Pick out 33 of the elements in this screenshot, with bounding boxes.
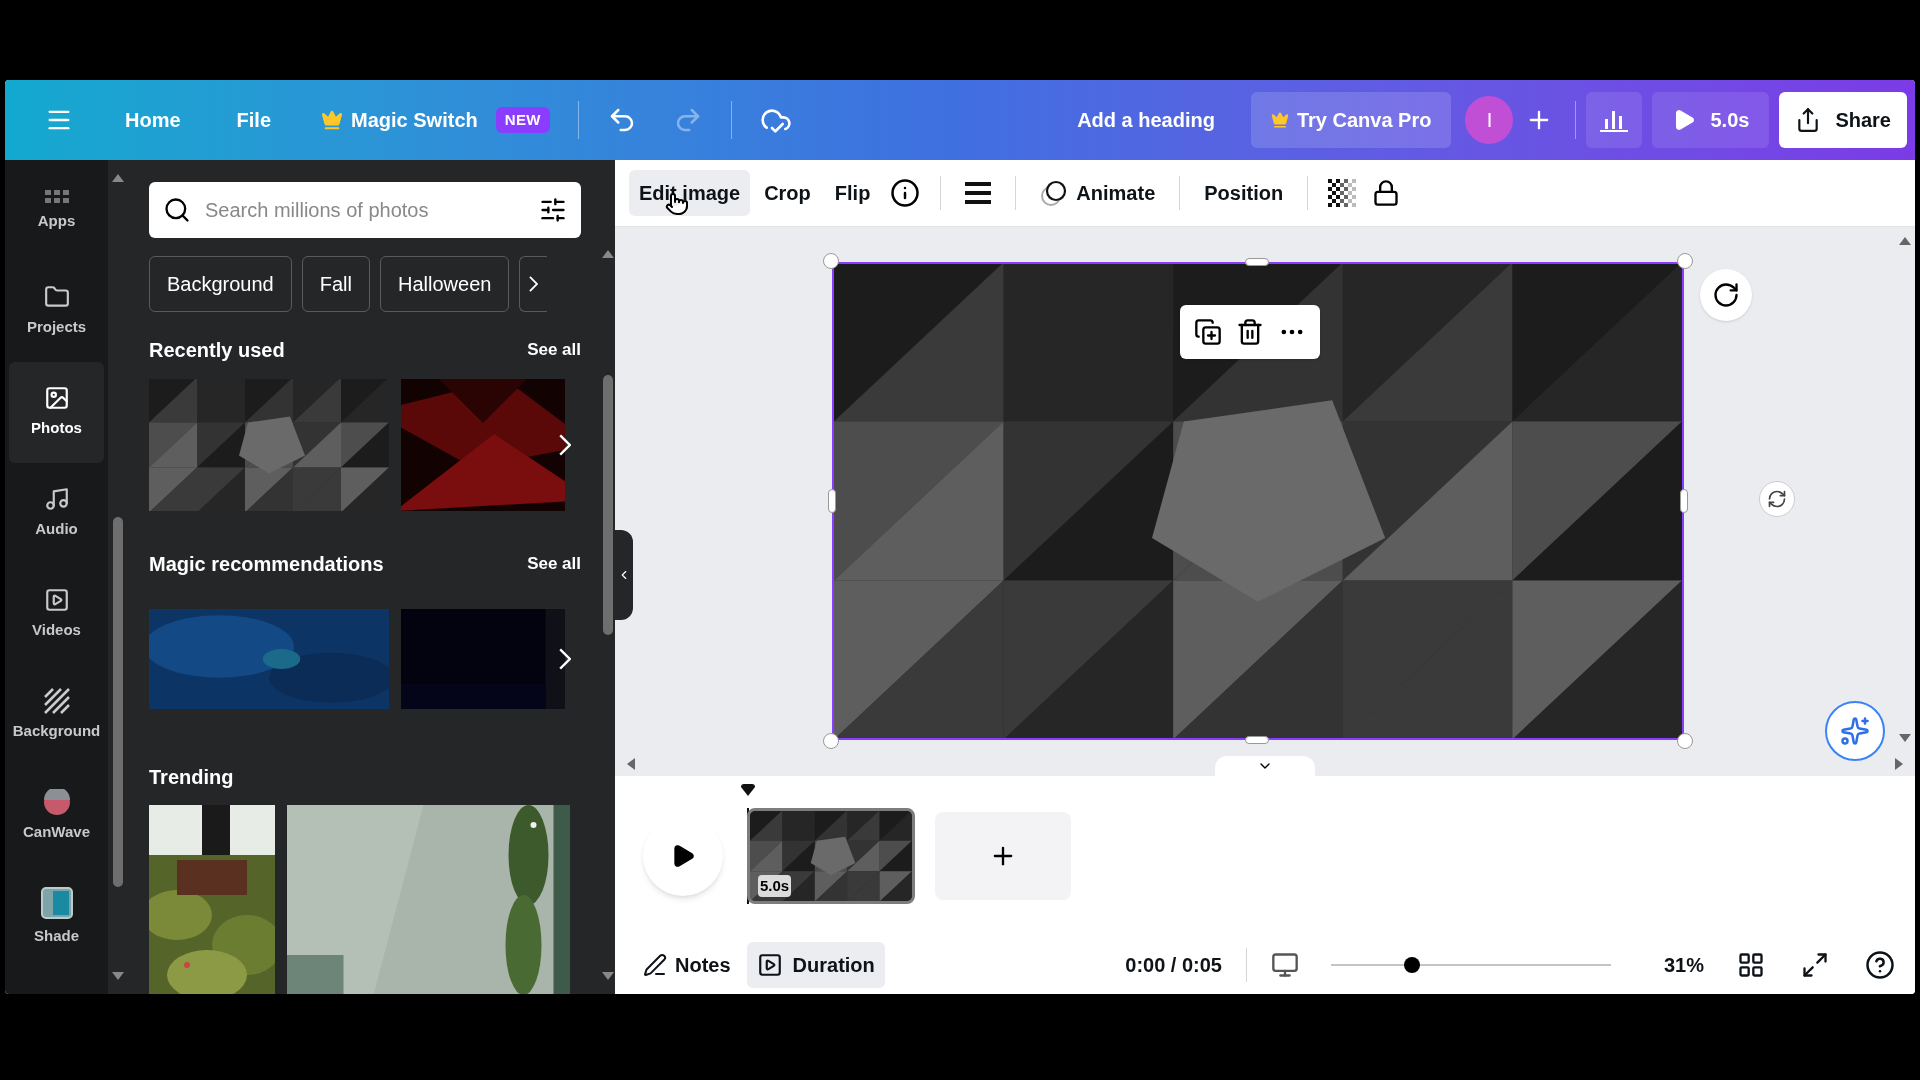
see-all-link[interactable]: See all [527, 337, 581, 363]
sidebar-item[interactable]: Apps [9, 168, 104, 238]
section-heading: Magic recommendations [149, 552, 384, 577]
share-button[interactable]: Share [1779, 92, 1907, 148]
zoom-percentage: 31% [1663, 953, 1705, 978]
notes-button[interactable]: Notes [635, 942, 739, 988]
filter-chip[interactable]: Background [149, 256, 292, 312]
design-title[interactable]: Add a heading [1077, 105, 1215, 135]
magic-switch-button[interactable]: Magic Switch NEW [321, 96, 550, 144]
present-button[interactable]: 5.0s [1652, 92, 1770, 148]
sidebar-item[interactable]: Audio [9, 463, 104, 564]
sidebar-item[interactable]: Shade [9, 867, 104, 968]
sidebar-item[interactable]: Videos [9, 564, 104, 665]
filter-chip[interactable]: Halloween [380, 256, 510, 312]
page-duration: 5.0s [758, 874, 792, 897]
duration-button[interactable]: Duration [746, 942, 885, 988]
animate-button[interactable]: Animate [1030, 170, 1166, 216]
section-heading: Trending [149, 765, 234, 790]
toolbar-button[interactable]: Flip [824, 170, 881, 216]
filter-chip[interactable]: Fall [301, 256, 370, 312]
sidebar-item[interactable]: Projects [9, 261, 104, 362]
see-all-link[interactable]: See all [527, 551, 581, 577]
section-heading: Recently used [149, 338, 285, 363]
user-avatar[interactable]: I [1465, 96, 1514, 144]
sidebar-item[interactable]: Photos [9, 362, 104, 463]
sidebar-item[interactable]: Background [9, 665, 104, 766]
search-field[interactable]: Search millions of photos [149, 182, 581, 238]
toolbar-button[interactable]: Crop [754, 170, 821, 216]
playback-time: 0:00 / 0:05 [1125, 953, 1222, 978]
toolbar-button[interactable]: Position [1194, 170, 1294, 216]
new-badge: NEW [495, 106, 550, 134]
sidebar-item[interactable]: CanWave [9, 766, 104, 867]
try-pro-button[interactable]: Try Canva Pro [1250, 92, 1452, 148]
